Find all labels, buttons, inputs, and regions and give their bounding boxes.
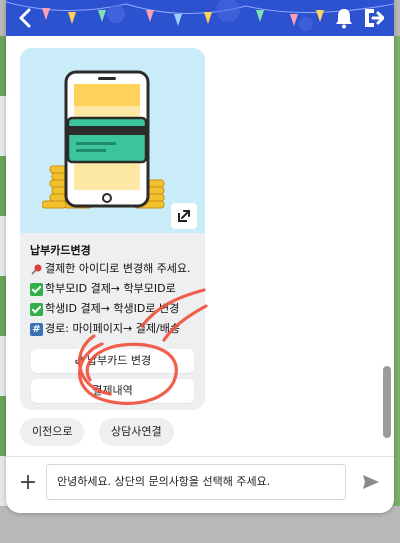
back-quick-reply[interactable]: 이전으로 xyxy=(20,418,85,446)
link-icon xyxy=(75,356,83,364)
info-card: 납부카드변경 결제한 아이디로 변경해 주세요. 학부모ID 결제→ 학부모ID… xyxy=(20,48,205,410)
logout-icon[interactable] xyxy=(362,7,384,29)
scrollbar[interactable] xyxy=(382,40,392,448)
card-body: 납부카드변경 결제한 아이디로 변경해 주세요. 학부모ID 결제→ 학부모ID… xyxy=(20,233,205,403)
pushpin-icon xyxy=(31,264,42,275)
chevron-left-icon[interactable] xyxy=(14,6,38,30)
button-label: 납부카드 변경 xyxy=(86,354,152,367)
chat-window: 납부카드변경 결제한 아이디로 변경해 주세요. 학부모ID 결제→ 학부모ID… xyxy=(6,0,394,513)
card-line-text: 결제한 아이디로 변경해 주세요. xyxy=(45,262,191,275)
card-line-text: 경로: 마이페이지→ 결제/배송 xyxy=(45,322,180,335)
card-line-text: 학생ID 결제→ 학생ID로 변경 xyxy=(45,302,180,315)
external-link-icon xyxy=(178,210,190,222)
expand-image-button[interactable] xyxy=(171,203,197,229)
card-line-parent: 학부모ID 결제→ 학부모ID로 xyxy=(30,279,195,299)
send-icon[interactable] xyxy=(362,473,380,491)
card-line-student: 학생ID 결제→ 학생ID로 변경 xyxy=(30,299,195,319)
card-title: 납부카드변경 xyxy=(30,244,91,257)
scrollbar-thumb[interactable] xyxy=(383,366,391,438)
connect-agent-quick-reply[interactable]: 상담사연결 xyxy=(99,418,174,446)
card-image xyxy=(20,48,205,233)
hash-icon: # xyxy=(30,322,43,336)
card-line-text: 학부모ID 결제→ 학부모ID로 xyxy=(45,282,176,295)
phone-card-illustration xyxy=(42,70,165,209)
change-payment-card-button[interactable]: 납부카드 변경 xyxy=(31,349,194,373)
card-line-path: # 경로: 마이페이지→ 결제/배송 xyxy=(30,319,195,339)
check-mark-icon xyxy=(30,282,43,296)
message-input[interactable]: 안녕하세요. 상단의 문의사항을 선택해 주세요. xyxy=(46,464,346,500)
check-mark-icon xyxy=(30,302,43,316)
plus-icon[interactable]: + xyxy=(16,471,40,495)
message-input-bar: + 안녕하세요. 상단의 문의사항을 선택해 주세요. xyxy=(6,456,394,513)
bell-icon[interactable] xyxy=(334,7,354,29)
card-line-pin: 결제한 아이디로 변경해 주세요. xyxy=(30,259,195,279)
payment-history-button[interactable]: 결제내역 xyxy=(31,379,194,403)
button-label: 결제내역 xyxy=(92,384,133,397)
chat-messages[interactable]: 납부카드변경 결제한 아이디로 변경해 주세요. 학부모ID 결제→ 학부모ID… xyxy=(6,36,394,456)
chat-header xyxy=(6,0,394,36)
